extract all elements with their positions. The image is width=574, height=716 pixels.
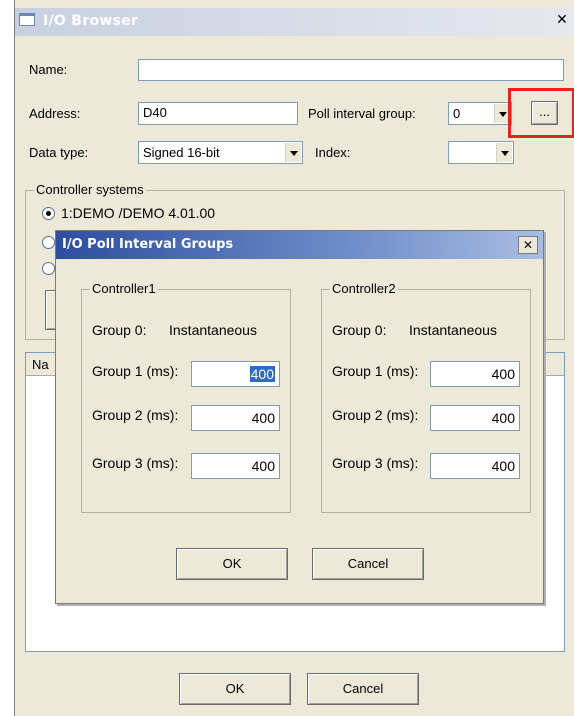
cancel-button[interactable]: Cancel xyxy=(307,673,419,705)
group2-label: Group 2 (ms): xyxy=(92,407,179,423)
controller-system-radio[interactable] xyxy=(42,236,55,249)
address-field[interactable]: D40 xyxy=(138,102,298,125)
window-icon xyxy=(19,13,35,26)
controller-system-radio[interactable] xyxy=(42,262,55,275)
controller1-group2-field[interactable]: 400 xyxy=(191,405,280,431)
highlight-box xyxy=(508,88,574,138)
dialog-title-bar[interactable]: I/O Poll Interval Groups ✕ xyxy=(56,231,543,259)
controller2-group3-field[interactable]: 400 xyxy=(430,453,520,479)
close-icon[interactable]: ✕ xyxy=(553,11,571,29)
controller-systems-legend: Controller systems xyxy=(34,182,146,197)
controller2-group1-field[interactable]: 400 xyxy=(430,361,520,387)
controller-system-label: 1:DEMO /DEMO 4.01.00 xyxy=(61,205,216,221)
close-icon[interactable]: ✕ xyxy=(518,236,538,254)
dialog-title: I/O Poll Interval Groups xyxy=(62,237,234,252)
io-browser-title-bar[interactable]: I/O Browser ✕ xyxy=(15,8,574,36)
poll-interval-group-value: 0 xyxy=(453,106,461,121)
group0-value: Instantaneous xyxy=(169,322,257,338)
controller2-legend: Controller2 xyxy=(330,281,398,296)
group3-label: Group 3 (ms): xyxy=(332,455,419,471)
group3-label: Group 3 (ms): xyxy=(92,455,179,471)
controller2-group2-field[interactable]: 400 xyxy=(430,405,520,431)
data-type-label: Data type: xyxy=(29,145,89,160)
name-field[interactable] xyxy=(138,59,564,81)
data-type-select[interactable]: Signed 16-bit xyxy=(138,141,303,164)
address-label: Address: xyxy=(29,106,81,121)
index-label: Index: xyxy=(315,145,351,160)
poll-interval-groups-dialog: I/O Poll Interval Groups ✕ Controller1 G… xyxy=(55,230,544,604)
dialog-cancel-button[interactable]: Cancel xyxy=(312,548,424,580)
group0-label: Group 0: xyxy=(332,322,387,338)
group0-label: Group 0: xyxy=(92,322,147,338)
ok-button[interactable]: OK xyxy=(179,673,291,705)
group0-value: Instantaneous xyxy=(409,322,497,338)
chevron-down-icon[interactable] xyxy=(285,143,301,162)
screen: I/O Browser ✕ Name: Address: D40 Poll in… xyxy=(0,0,574,716)
chevron-down-icon[interactable] xyxy=(496,143,512,162)
poll-interval-group-select[interactable]: 0 xyxy=(448,102,512,125)
list-header-name[interactable]: Na xyxy=(32,357,49,372)
group2-label: Group 2 (ms): xyxy=(332,407,419,423)
data-type-value: Signed 16-bit xyxy=(143,145,220,160)
group1-label: Group 1 (ms): xyxy=(92,363,179,379)
controller-system-radio[interactable] xyxy=(42,207,55,220)
group1-label: Group 1 (ms): xyxy=(332,363,419,379)
poll-interval-group-label: Poll interval group: xyxy=(308,106,416,121)
dialog-ok-button[interactable]: OK xyxy=(176,548,288,580)
window-title: I/O Browser xyxy=(43,13,139,29)
controller1-legend: Controller1 xyxy=(90,281,158,296)
controller1-group1-value: 400 xyxy=(249,366,275,382)
index-select[interactable] xyxy=(448,141,514,164)
controller1-group1-field[interactable]: 400 xyxy=(191,361,280,387)
controller1-group3-field[interactable]: 400 xyxy=(191,453,280,479)
name-label: Name: xyxy=(29,62,68,77)
